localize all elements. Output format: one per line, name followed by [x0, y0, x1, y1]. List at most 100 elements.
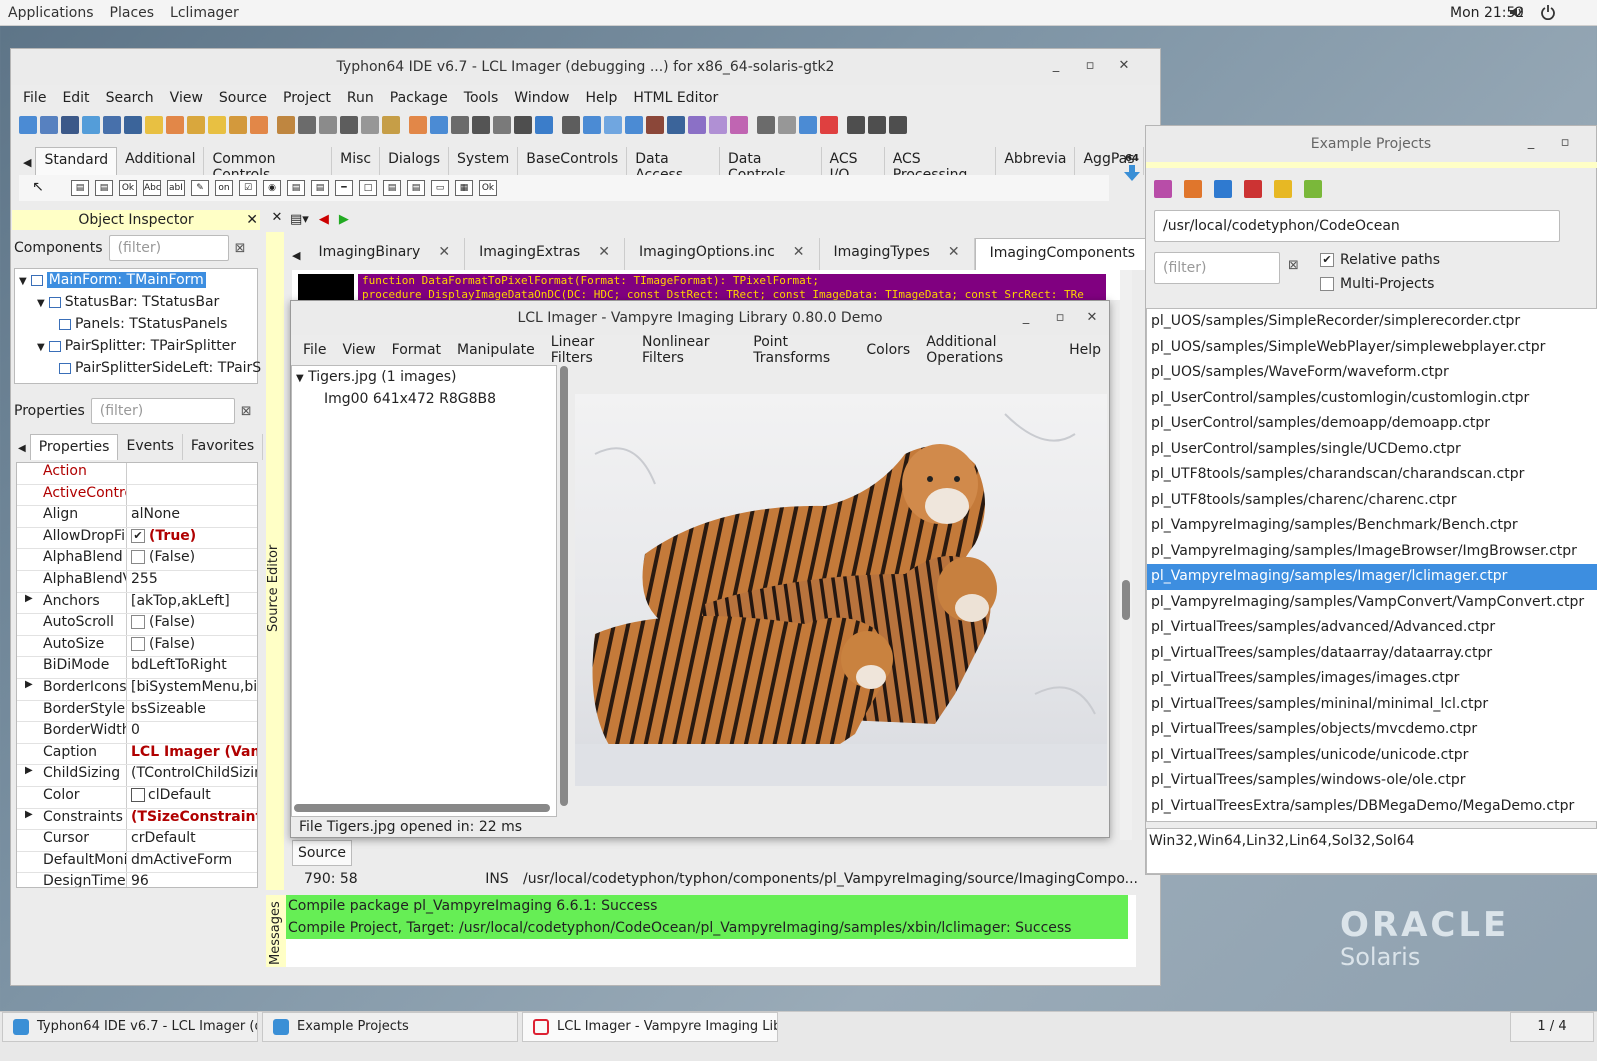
tree-vscrollbar[interactable]: [560, 366, 568, 806]
palette-tab-common-controls[interactable]: Common Controls: [204, 147, 333, 183]
palette-tab-acs-processing[interactable]: ACS Processing: [885, 147, 997, 183]
menu-html-editor[interactable]: HTML Editor: [625, 90, 726, 106]
build-icon[interactable]: [1184, 180, 1202, 198]
toolbar-button-icon[interactable]: [166, 116, 184, 134]
projects-filter-input[interactable]: (filter): [1154, 252, 1280, 284]
project-item[interactable]: pl_UserControl/samples/single/UCDemo.ctp…: [1147, 437, 1597, 463]
expand-icon[interactable]: ▶: [25, 679, 33, 690]
toolbar-button-icon[interactable]: [757, 116, 775, 134]
property-row[interactable]: Action: [17, 463, 257, 485]
task-example-projects[interactable]: Example Projects: [262, 1012, 518, 1042]
message-line[interactable]: Compile package pl_VampyreImaging 6.6.1:…: [286, 895, 1128, 917]
toolbar-button-icon[interactable]: [889, 116, 907, 134]
maximize-icon[interactable]: ▫: [1081, 58, 1099, 76]
close-tab-icon[interactable]: ✕: [793, 244, 805, 260]
open-icon[interactable]: [1214, 180, 1232, 198]
image-view[interactable]: [575, 394, 1107, 786]
source-tab[interactable]: Source: [292, 840, 352, 866]
clear-filter-icon[interactable]: ⊠: [241, 404, 252, 419]
property-value[interactable]: bdLeftToRight: [127, 657, 257, 678]
toolbar-button-icon[interactable]: [430, 116, 448, 134]
project-item[interactable]: pl_VampyreImaging/samples/Imager/lclimag…: [1147, 564, 1597, 590]
project-item[interactable]: pl_VirtualTrees/samples/unicode/unicode.…: [1147, 743, 1597, 769]
property-value[interactable]: crDefault: [127, 830, 257, 851]
toolbar-button-icon[interactable]: [145, 116, 163, 134]
properties-filter-input[interactable]: (filter): [90, 398, 235, 424]
project-item[interactable]: pl_VirtualTrees/samples/dataarray/dataar…: [1147, 641, 1597, 667]
toolbar-button-icon[interactable]: [229, 116, 247, 134]
property-row[interactable]: Cursor crDefault: [17, 830, 257, 852]
volume-icon[interactable]: [1508, 4, 1524, 24]
toolbar-button-icon[interactable]: [493, 116, 511, 134]
toolbar-button-icon[interactable]: [625, 116, 643, 134]
tree-node[interactable]: ▼ PairSplitter: TPairSplitter: [15, 335, 257, 357]
property-value[interactable]: (TControlChildSizin: [127, 765, 257, 786]
applications-menu[interactable]: Applications: [0, 5, 102, 21]
property-value[interactable]: ✔ (True): [127, 528, 257, 549]
project-item[interactable]: pl_UTF8tools/samples/charenc/charenc.ctp…: [1147, 488, 1597, 514]
toolbar-button-icon[interactable]: [799, 116, 817, 134]
palette-tab-acs-i-o[interactable]: ACS I/O: [822, 147, 885, 183]
pointer-icon[interactable]: ↖: [29, 180, 47, 196]
imager-menu-help[interactable]: Help: [1061, 342, 1109, 358]
mainmenu-icon[interactable]: ▤: [71, 180, 89, 196]
panel-icon[interactable]: ▭: [431, 180, 449, 196]
property-value[interactable]: alNone: [127, 506, 257, 527]
project-path-input[interactable]: /usr/local/codetyphon/CodeOcean: [1154, 210, 1560, 242]
task-lcl-imager[interactable]: LCL Imager - Vampyre Imaging Libra...: [522, 1012, 778, 1042]
toolbar-button-icon[interactable]: [82, 116, 100, 134]
property-row[interactable]: AlphaBlendV 255: [17, 570, 257, 593]
example-projects-titlebar[interactable]: Example Projects _ ▫: [1146, 126, 1596, 162]
property-row[interactable]: DefaultMonit dmActiveForm: [17, 851, 257, 874]
property-row[interactable]: Caption LCL Imager (Vamp: [17, 743, 257, 766]
actionlist-icon[interactable]: Ok: [479, 180, 497, 196]
project-item[interactable]: pl_UserControl/samples/demoapp/demoapp.c…: [1147, 411, 1597, 437]
workspace-pager[interactable]: 1 / 4: [1510, 1012, 1594, 1042]
project-item[interactable]: pl_VirtualTrees/samples/advanced/Advance…: [1147, 615, 1597, 641]
checkbox-unchecked-icon[interactable]: [1320, 277, 1334, 291]
palette-tab-basecontrols[interactable]: BaseControls: [518, 147, 628, 175]
toolbar-button-icon[interactable]: [646, 116, 664, 134]
minimize-icon[interactable]: _: [1017, 310, 1035, 328]
property-row[interactable]: Color clDefault: [17, 786, 257, 809]
clear-filter-icon[interactable]: ⊠: [235, 241, 246, 256]
toolbar-button-icon[interactable]: [40, 116, 58, 134]
menu-help[interactable]: Help: [578, 90, 626, 106]
component-tree[interactable]: ▼ MainForm: TMainForm ▼ StatusBar: TStatusB…: [14, 268, 261, 384]
task-typhon-ide[interactable]: Typhon64 IDE v6.7 - LCL Imager (d...: [2, 1012, 258, 1042]
property-value[interactable]: (False): [127, 549, 257, 570]
palette-tab-data-access[interactable]: Data Access: [627, 147, 720, 183]
frame-icon[interactable]: ▦: [455, 180, 473, 196]
minimize-icon[interactable]: _: [1522, 135, 1540, 153]
edit-icon[interactable]: abI: [167, 180, 185, 196]
places-menu[interactable]: Places: [102, 5, 163, 21]
checkbox-unchecked-icon[interactable]: [131, 636, 145, 651]
project-item[interactable]: pl_UserControl/samples/customlogin/custo…: [1147, 386, 1597, 412]
radiobutton-icon[interactable]: ◉: [263, 180, 281, 196]
tree-node[interactable]: ▼ MainForm: TMainForm: [15, 269, 257, 291]
maximize-icon[interactable]: ▫: [1051, 310, 1069, 328]
property-row[interactable]: ▶ Anchors [akTop,akLeft]: [17, 592, 257, 615]
property-grid[interactable]: Action ActiveControl Align alNoneAllowDropF…: [16, 462, 258, 888]
property-row[interactable]: ActiveControl: [17, 484, 257, 507]
label-icon[interactable]: Abc: [143, 180, 161, 196]
checkbox-icon[interactable]: ☑: [239, 180, 257, 196]
property-row[interactable]: BorderStyle bsSizeable: [17, 700, 257, 723]
tree-child[interactable]: Img00 641x472 R8G8B8: [292, 388, 556, 410]
toolbar-button-icon[interactable]: [361, 116, 379, 134]
project-list[interactable]: pl_UOS/samples/SimpleRecorder/simplereco…: [1146, 308, 1597, 822]
imager-menu-linear-filters[interactable]: Linear Filters: [543, 334, 634, 366]
toolbar-button-icon[interactable]: [472, 116, 490, 134]
editor-scrollbar[interactable]: [1120, 270, 1132, 840]
expand-icon[interactable]: ▼: [19, 276, 27, 287]
menu-run[interactable]: Run: [339, 90, 382, 106]
toolbar-button-icon[interactable]: [187, 116, 205, 134]
property-row[interactable]: DesignTimePI 96: [17, 873, 257, 887]
close-icon[interactable]: ✕: [1115, 58, 1133, 76]
toolbar-button-icon[interactable]: [604, 116, 622, 134]
property-value[interactable]: [127, 485, 257, 506]
popupmenu-icon[interactable]: ▤: [95, 180, 113, 196]
jump-list-icon[interactable]: ▤▾: [290, 212, 309, 227]
back-arrow-icon[interactable]: ◀: [319, 212, 329, 227]
property-value[interactable]: LCL Imager (Vamp: [127, 744, 257, 765]
